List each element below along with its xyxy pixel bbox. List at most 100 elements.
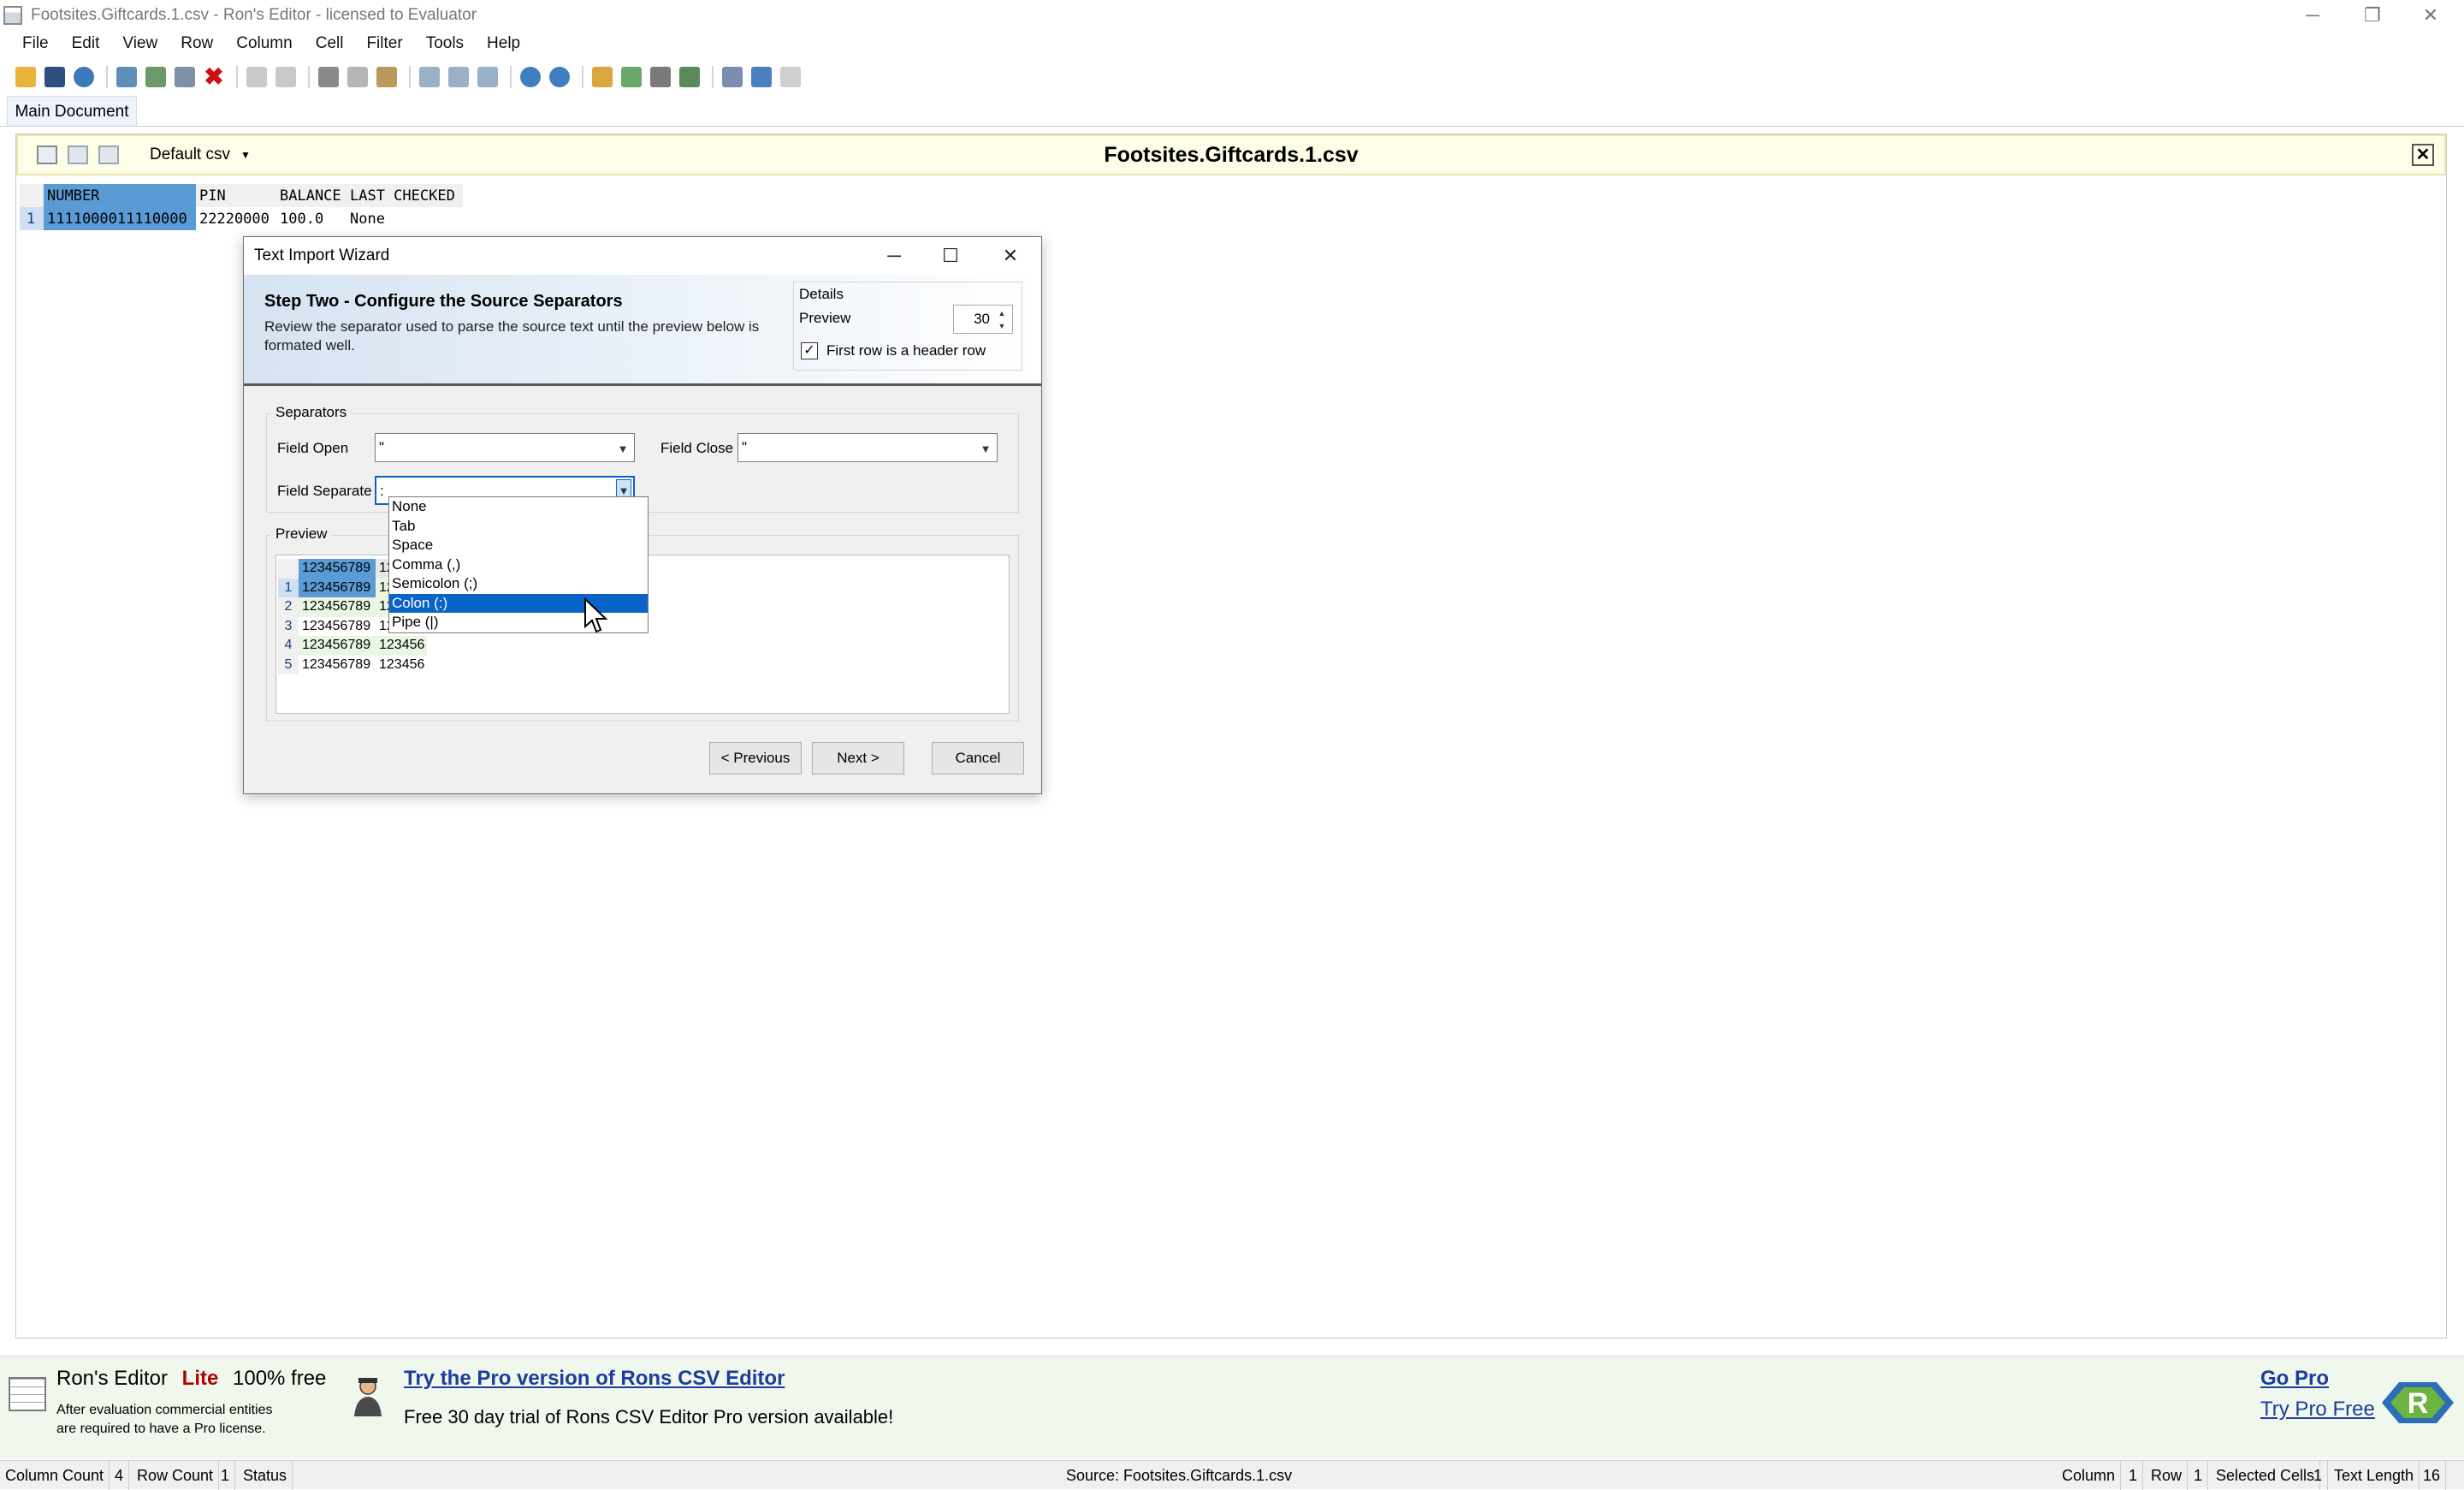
fit-icon[interactable] [477,67,498,87]
column-header[interactable]: PIN [196,184,276,207]
chevron-down-icon[interactable]: ▼ [615,441,631,456]
preview-cell[interactable]: 123456 [376,656,427,675]
menu-row[interactable]: Row [172,34,228,53]
preview-header-cell[interactable]: 123456789 [299,559,376,579]
redo-icon[interactable] [275,67,296,87]
try-pro-free-link[interactable]: Try Pro Free [2260,1398,2375,1422]
table-cell[interactable]: None [346,207,463,230]
dropdown-option[interactable]: Space [389,536,648,555]
menu-cell[interactable]: Cell [307,34,358,53]
column-header[interactable]: LAST CHECKED [346,184,463,207]
field-close-select[interactable]: " ▼ [737,433,998,462]
preview-row-number[interactable]: 1 [278,578,299,597]
table-cell[interactable]: 22220000 [196,207,276,230]
preview-rows-stepper[interactable]: 30 ▲ ▼ [953,305,1013,334]
cut-icon[interactable] [318,67,339,87]
menu-view[interactable]: View [114,34,172,53]
dropdown-option[interactable]: Tab [389,517,648,537]
mouse-cursor-icon [584,597,608,633]
grid-corner [20,184,44,207]
dialog-minimize-button[interactable]: ─ [877,240,911,271]
menu-file[interactable]: File [14,34,63,53]
table-icon[interactable] [98,145,119,164]
previous-button[interactable]: < Previous [709,742,802,775]
page-icon[interactable] [68,145,88,164]
sort-icon[interactable] [751,67,772,87]
field-open-select[interactable]: " ▼ [375,433,635,462]
details-legend: Details [799,286,844,302]
next-button[interactable]: Next > [812,742,904,775]
save-all-icon[interactable] [74,67,94,87]
save-icon[interactable] [44,67,65,87]
tab-main-document[interactable]: Main Document [7,96,137,127]
menu-tools[interactable]: Tools [418,34,478,53]
menu-column[interactable]: Column [228,34,306,53]
chevron-down-icon[interactable]: ▼ [978,441,993,456]
grid-icon[interactable] [175,67,195,87]
column-header[interactable]: BALANCE [276,184,346,207]
cancel-button[interactable]: Cancel [932,742,1024,775]
preview-cell[interactable]: 123456789 [299,597,376,617]
delete-icon[interactable]: ✖ [204,65,224,89]
add-icon[interactable] [621,67,642,87]
minimize-button[interactable]: ─ [2284,0,2341,31]
spreadsheet-logo-icon [9,1377,46,1411]
menu-filter[interactable]: Filter [358,34,417,53]
menu-edit[interactable]: Edit [63,34,115,53]
step-description: Review the separator used to parse the s… [264,318,760,353]
insert-row-icon[interactable] [116,67,137,87]
dialog-maximize-button[interactable]: ☐ [933,240,968,271]
preview-cell[interactable]: 123456789 [299,636,376,656]
preview-cell[interactable]: 123456789 [299,656,376,675]
preview-row-number[interactable]: 2 [278,597,299,617]
open-icon[interactable] [15,67,36,87]
properties-icon[interactable] [722,67,743,87]
merge-icon[interactable] [419,67,440,87]
preview-cell[interactable]: 123456789 [299,578,376,597]
preview-row-number[interactable]: 4 [278,636,299,656]
table-cell[interactable]: 100.0 [276,207,346,230]
zoom-out-icon[interactable] [549,67,570,87]
r-logo-icon[interactable]: R [2380,1379,2455,1427]
preview-row: 5 123456789 123456 [278,655,427,675]
table-cell[interactable]: 1111000011110000 [44,207,196,230]
close-window-button[interactable]: ✕ [2402,0,2459,31]
menu-help[interactable]: Help [478,34,535,53]
undo-icon[interactable] [246,67,267,87]
dropdown-option[interactable]: None [389,497,648,517]
preview-cell[interactable]: 123456789 [299,617,376,637]
preview-row-number[interactable]: 3 [278,616,299,636]
column-value: 1 [2123,1461,2144,1490]
chevron-down-icon[interactable]: ▼ [240,149,251,161]
insert-column-icon[interactable] [145,67,166,87]
zoom-in-icon[interactable] [520,67,541,87]
settings-icon[interactable] [650,67,671,87]
export-icon[interactable] [679,67,700,87]
preview-rows-value[interactable]: 30 [954,311,990,328]
try-pro-version-link[interactable]: Try the Pro version of Rons CSV Editor [404,1367,785,1391]
dropdown-option[interactable]: Comma (,) [389,555,648,575]
selected-cells-label: Selected Cells [2211,1461,2321,1490]
column-header[interactable]: NUMBER [44,184,196,207]
expand-icon[interactable] [448,67,469,87]
tab-divider [0,126,2464,127]
disabled-icon[interactable] [780,67,801,87]
person-icon [354,1378,382,1416]
preview-row-number[interactable]: 5 [278,655,299,674]
view-icon[interactable] [37,145,57,164]
restore-button[interactable]: ❐ [2344,0,2401,31]
edit-icon[interactable] [592,67,613,87]
paste-icon[interactable] [376,67,397,87]
dropdown-option[interactable]: Semicolon (;) [389,574,648,594]
text-length-value: 16 [2418,1461,2447,1490]
dialog-close-button[interactable]: ✕ [993,240,1028,271]
row-header[interactable]: 1 [20,207,44,230]
preview-cell[interactable]: 123456 [376,636,427,656]
spin-down-icon[interactable]: ▼ [993,319,1010,332]
preset-selector[interactable]: Default csv [150,145,230,164]
header-row-checkbox[interactable]: ✓ [801,342,818,359]
close-document-button[interactable]: ✕ [2412,144,2434,166]
copy-icon[interactable] [347,67,368,87]
go-pro-link[interactable]: Go Pro [2260,1367,2329,1391]
spin-up-icon[interactable]: ▲ [993,306,1010,319]
